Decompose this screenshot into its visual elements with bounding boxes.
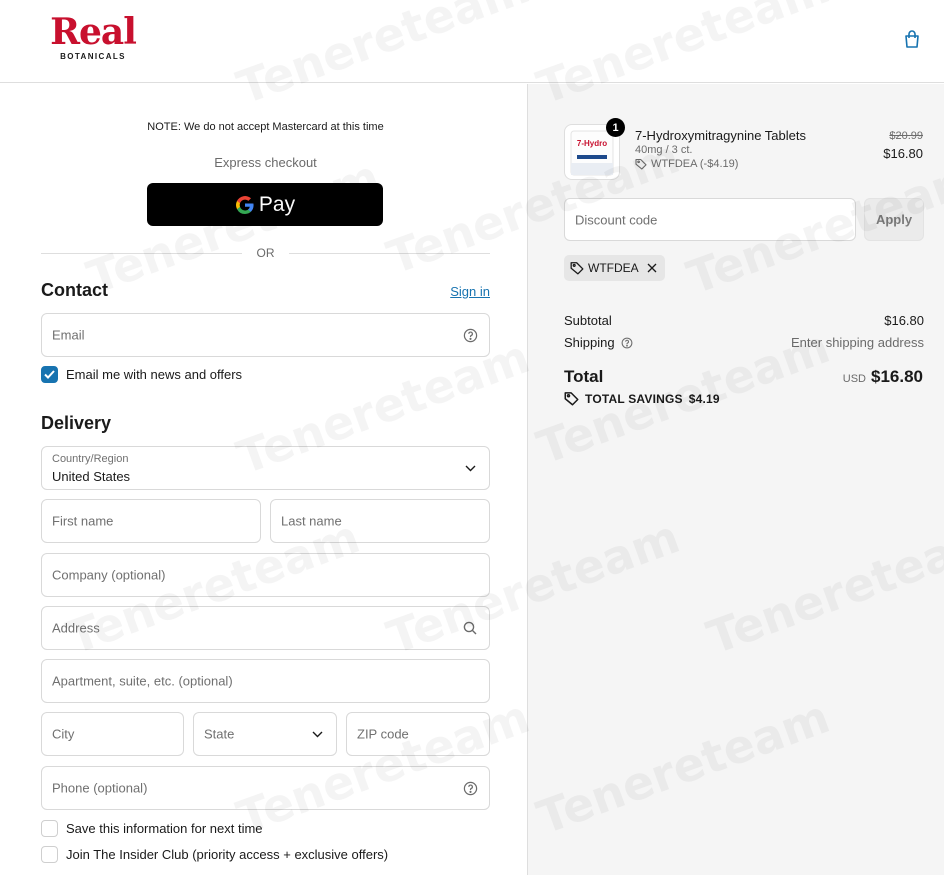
help-circle-icon[interactable] xyxy=(462,327,478,343)
shipping-label: Shipping xyxy=(564,335,615,350)
discount-code-field[interactable]: Discount code xyxy=(564,198,856,241)
google-pay-label: Pay xyxy=(258,192,296,216)
original-price: $20.99 xyxy=(889,130,923,142)
last-name-placeholder: Last name xyxy=(281,513,342,529)
shipping-value: Enter shipping address xyxy=(791,335,924,350)
brand-subtitle: BOTANICALS xyxy=(60,52,126,61)
delivery-heading: Delivery xyxy=(41,413,112,433)
savings-label: TOTAL SAVINGS xyxy=(585,391,683,406)
sign-in-link[interactable]: Sign in xyxy=(440,284,490,299)
insider-club-checkbox[interactable] xyxy=(41,846,58,863)
brand-name: Real xyxy=(50,11,137,53)
last-name-field[interactable]: Last name xyxy=(270,499,490,543)
product-discount: WTFDEA (-$4.19) xyxy=(635,158,738,170)
insider-club-checkbox-row[interactable]: Join The Insider Club (priority access +… xyxy=(41,846,388,863)
subtotal-label: Subtotal xyxy=(564,313,612,328)
discount-code-placeholder: Discount code xyxy=(575,212,658,227)
tag-icon xyxy=(570,262,584,275)
state-select[interactable]: State xyxy=(193,712,337,756)
cart-bag-icon[interactable] xyxy=(900,27,924,51)
zip-field[interactable]: ZIP code xyxy=(346,712,490,756)
save-info-checkbox-row[interactable]: Save this information for next time xyxy=(41,820,263,837)
tag-icon xyxy=(564,392,579,406)
or-divider: OR xyxy=(41,246,490,260)
checkout-form-column: NOTE: We do not accept Mastercard at thi… xyxy=(0,84,527,875)
first-name-placeholder: First name xyxy=(52,513,114,529)
email-placeholder: Email xyxy=(52,327,85,343)
shipping-help-icon[interactable] xyxy=(621,337,633,352)
total-value: $16.80 xyxy=(871,367,923,386)
savings-value: $4.19 xyxy=(688,391,720,406)
help-circle-icon[interactable] xyxy=(462,780,478,796)
newsletter-checkbox[interactable] xyxy=(41,366,58,383)
product-price: $16.80 xyxy=(883,146,923,161)
payment-notice: NOTE: We do not accept Mastercard at thi… xyxy=(147,121,384,133)
phone-placeholder: Phone (optional) xyxy=(52,780,148,796)
newsletter-checkbox-row[interactable]: Email me with news and offers xyxy=(41,366,242,383)
total-currency: USD xyxy=(842,373,866,385)
remove-discount-close-icon[interactable] xyxy=(647,263,657,273)
insider-club-label: Join The Insider Club (priority access +… xyxy=(66,847,389,862)
email-field[interactable]: Email xyxy=(41,313,490,357)
state-placeholder: State xyxy=(204,726,235,742)
google-pay-button[interactable]: Pay xyxy=(147,183,383,226)
apartment-field[interactable]: Apartment, suite, etc. (optional) xyxy=(41,659,490,703)
order-summary-panel: 7-Hydro 1 7-Hydroxymitragynine Tablets 4… xyxy=(527,84,944,875)
chevron-down-icon xyxy=(462,460,478,476)
total-amount: USD $16.80 xyxy=(843,367,923,387)
address-field[interactable]: Address xyxy=(41,606,490,650)
company-field[interactable]: Company (optional) xyxy=(41,553,490,597)
city-placeholder: City xyxy=(52,726,75,742)
country-label: Country/Region xyxy=(52,453,129,465)
checkmark-icon xyxy=(44,370,55,379)
subtotal-row: Subtotal $16.80 xyxy=(564,313,924,328)
tag-icon xyxy=(635,158,647,170)
country-select[interactable]: Country/Region United States xyxy=(41,446,490,490)
phone-field[interactable]: Phone (optional) xyxy=(41,766,490,810)
first-name-field[interactable]: First name xyxy=(41,499,261,543)
subtotal-value: $16.80 xyxy=(884,313,924,328)
or-text: OR xyxy=(256,246,275,260)
express-checkout-label: Express checkout xyxy=(214,155,317,170)
total-savings: TOTAL SAVINGS $4.19 xyxy=(564,391,720,406)
product-discount-text: WTFDEA (-$4.19) xyxy=(651,158,739,170)
product-variant: 40mg / 3 ct. xyxy=(635,144,693,156)
company-placeholder: Company (optional) xyxy=(52,567,166,583)
product-name: 7-Hydroxymitragynine Tablets xyxy=(635,128,806,143)
chevron-down-icon xyxy=(309,726,325,742)
brand-logo[interactable]: Real BOTANICALS xyxy=(42,14,144,61)
google-g-icon xyxy=(235,195,254,214)
quantity-badge: 1 xyxy=(606,118,625,137)
newsletter-label: Email me with news and offers xyxy=(66,367,243,382)
search-icon xyxy=(462,620,478,636)
country-value: United States xyxy=(52,469,131,484)
address-placeholder: Address xyxy=(52,620,100,636)
apartment-placeholder: Apartment, suite, etc. (optional) xyxy=(52,673,233,689)
save-info-checkbox[interactable] xyxy=(41,820,58,837)
contact-heading: Contact xyxy=(41,280,108,300)
total-label: Total xyxy=(564,367,604,386)
city-field[interactable]: City xyxy=(41,712,184,756)
applied-code-text: WTFDEA xyxy=(588,261,639,275)
zip-placeholder: ZIP code xyxy=(357,726,409,742)
site-header: Real BOTANICALS xyxy=(0,0,944,83)
apply-button[interactable]: Apply xyxy=(864,198,924,241)
shipping-row: Shipping Enter shipping address xyxy=(564,335,924,352)
product-thumb-text: 7-Hydro xyxy=(577,139,607,148)
applied-discount-tag: WTFDEA xyxy=(564,255,665,281)
save-info-label: Save this information for next time xyxy=(66,821,263,836)
